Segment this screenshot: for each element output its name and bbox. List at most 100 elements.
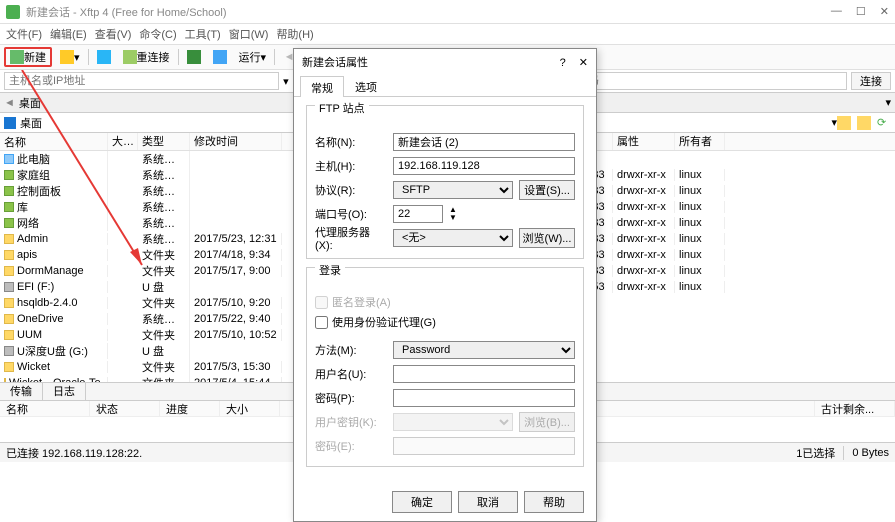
file-type: 文件夹 xyxy=(138,327,190,343)
terminal-icon xyxy=(187,50,201,64)
col-owner[interactable]: 所有者 xyxy=(675,133,725,150)
name-label: 名称(N): xyxy=(315,134,387,150)
host-input[interactable] xyxy=(4,72,279,90)
minimize-button[interactable]: — xyxy=(831,5,842,18)
password-input[interactable] xyxy=(393,389,575,407)
xcol-progress[interactable]: 进度 xyxy=(160,401,220,416)
menu-tools[interactable]: 工具(T) xyxy=(185,26,221,42)
run-button[interactable]: 运行▾ xyxy=(235,47,271,67)
dropdown-icon[interactable]: ▾ xyxy=(283,75,289,88)
login-legend: 登录 xyxy=(315,262,345,278)
password-input[interactable] xyxy=(572,72,847,90)
file-name: Wicket---Oracle-Te... xyxy=(9,377,108,382)
file-name: 控制面板 xyxy=(17,183,61,199)
auth-agent-checkbox[interactable] xyxy=(315,316,328,329)
file-icon xyxy=(4,362,14,372)
host-input[interactable] xyxy=(393,157,575,175)
file-icon xyxy=(4,218,14,228)
userkey-select xyxy=(393,413,513,431)
link-button[interactable] xyxy=(93,47,115,67)
username-input[interactable] xyxy=(393,365,575,383)
menu-command[interactable]: 命令(C) xyxy=(139,26,176,42)
reconnect-button[interactable]: 重连接 xyxy=(119,47,174,67)
menu-window[interactable]: 窗口(W) xyxy=(229,26,269,42)
file-icon xyxy=(4,346,14,356)
file-name: 网络 xyxy=(17,215,39,231)
file-owner: linux xyxy=(675,169,725,181)
new-session-button[interactable]: 新建 xyxy=(4,47,52,67)
username-label: 用户名(U): xyxy=(315,366,387,382)
xcol-remaining[interactable]: 古计剩余... xyxy=(815,401,895,416)
status-selected: 1已选择 xyxy=(796,445,835,461)
help-icon[interactable]: ? xyxy=(560,57,566,69)
name-input[interactable] xyxy=(393,133,575,151)
menu-help[interactable]: 帮助(H) xyxy=(276,26,313,42)
col-type[interactable]: 类型 xyxy=(138,133,190,150)
cancel-button[interactable]: 取消 xyxy=(458,491,518,513)
proxy-label: 代理服务器(X): xyxy=(315,224,387,252)
dialog-close-button[interactable]: ✕ xyxy=(579,57,588,69)
new-label: 新建 xyxy=(24,49,46,65)
setup-button[interactable]: 设置(S)... xyxy=(519,180,575,200)
refresh-icon[interactable]: ⟳ xyxy=(877,116,891,130)
app-icon xyxy=(6,5,20,19)
file-name: 家庭组 xyxy=(17,167,50,183)
menu-file[interactable]: 文件(F) xyxy=(6,26,42,42)
file-date: 2017/5/17, 9:00 xyxy=(190,265,282,277)
file-date: 2017/5/4, 15:44 xyxy=(190,377,282,382)
help-button[interactable]: 帮助 xyxy=(524,491,584,513)
window-button[interactable] xyxy=(209,47,231,67)
col-attr[interactable]: 属性 xyxy=(613,133,675,150)
xcol-name[interactable]: 名称 xyxy=(0,401,90,416)
tab-general[interactable]: 常规 xyxy=(300,76,344,97)
options-icon[interactable]: ▾ xyxy=(885,96,891,109)
col-size[interactable]: 大小 xyxy=(108,133,138,150)
auth-agent-label: 使用身份验证代理(G) xyxy=(332,314,436,330)
dialog-titlebar: 新建会话属性 ? ✕ xyxy=(294,49,596,75)
col-date[interactable]: 修改时间 xyxy=(190,133,282,150)
file-date: 2017/5/23, 12:31 xyxy=(190,233,282,245)
file-date: 2017/5/22, 9:40 xyxy=(190,313,282,325)
proxy-select[interactable]: <无> xyxy=(393,229,513,247)
file-attr: drwxr-xr-x xyxy=(613,265,675,277)
maximize-button[interactable]: ☐ xyxy=(856,5,866,18)
open-button[interactable]: ▾ xyxy=(56,47,84,67)
browse-proxy-button[interactable]: 浏览(W)... xyxy=(519,228,575,248)
menu-edit[interactable]: 编辑(E) xyxy=(50,26,87,42)
spinner-icon[interactable]: ▲▼ xyxy=(449,206,457,222)
window-title: 新建会话 - Xftp 4 (Free for Home/School) xyxy=(26,4,831,20)
up-folder-icon[interactable] xyxy=(837,116,851,130)
separator xyxy=(88,49,89,65)
file-attr: drwxr-xr-x xyxy=(613,169,675,181)
col-name[interactable]: 名称 xyxy=(0,133,108,150)
tab-options[interactable]: 选项 xyxy=(344,75,388,96)
connect-button[interactable]: 连接 xyxy=(851,72,891,90)
file-type: 系统文件夹 xyxy=(138,151,190,167)
method-select[interactable]: Password xyxy=(393,341,575,359)
window-icon xyxy=(213,50,227,64)
xcol-size[interactable]: 大小 xyxy=(220,401,280,416)
new-folder-icon[interactable] xyxy=(857,116,871,130)
anonymous-checkbox[interactable] xyxy=(315,296,328,309)
file-type: 文件夹 xyxy=(138,263,190,279)
xcol-status[interactable]: 状态 xyxy=(90,401,160,416)
local-tab[interactable]: 桌面 xyxy=(19,95,41,111)
ftp-legend: FTP 站点 xyxy=(315,100,369,116)
file-type: 文件夹 xyxy=(138,375,190,382)
file-name: EFI (F:) xyxy=(17,281,54,293)
close-button[interactable]: ✕ xyxy=(880,5,889,18)
protocol-select[interactable]: SFTP xyxy=(393,181,513,199)
file-owner: linux xyxy=(675,281,725,293)
terminal-button[interactable] xyxy=(183,47,205,67)
file-date: 2017/5/3, 15:30 xyxy=(190,361,282,373)
port-input[interactable] xyxy=(393,205,443,223)
tab-log[interactable]: 日志 xyxy=(43,383,86,400)
ok-button[interactable]: 确定 xyxy=(392,491,452,513)
file-icon xyxy=(4,378,6,382)
menu-view[interactable]: 查看(V) xyxy=(95,26,132,42)
tab-transfer[interactable]: 传输 xyxy=(0,383,43,400)
file-icon xyxy=(4,186,14,196)
password-label: 密码(P): xyxy=(315,390,387,406)
file-type: 文件夹 xyxy=(138,359,190,375)
run-label: 运行 xyxy=(239,49,261,65)
